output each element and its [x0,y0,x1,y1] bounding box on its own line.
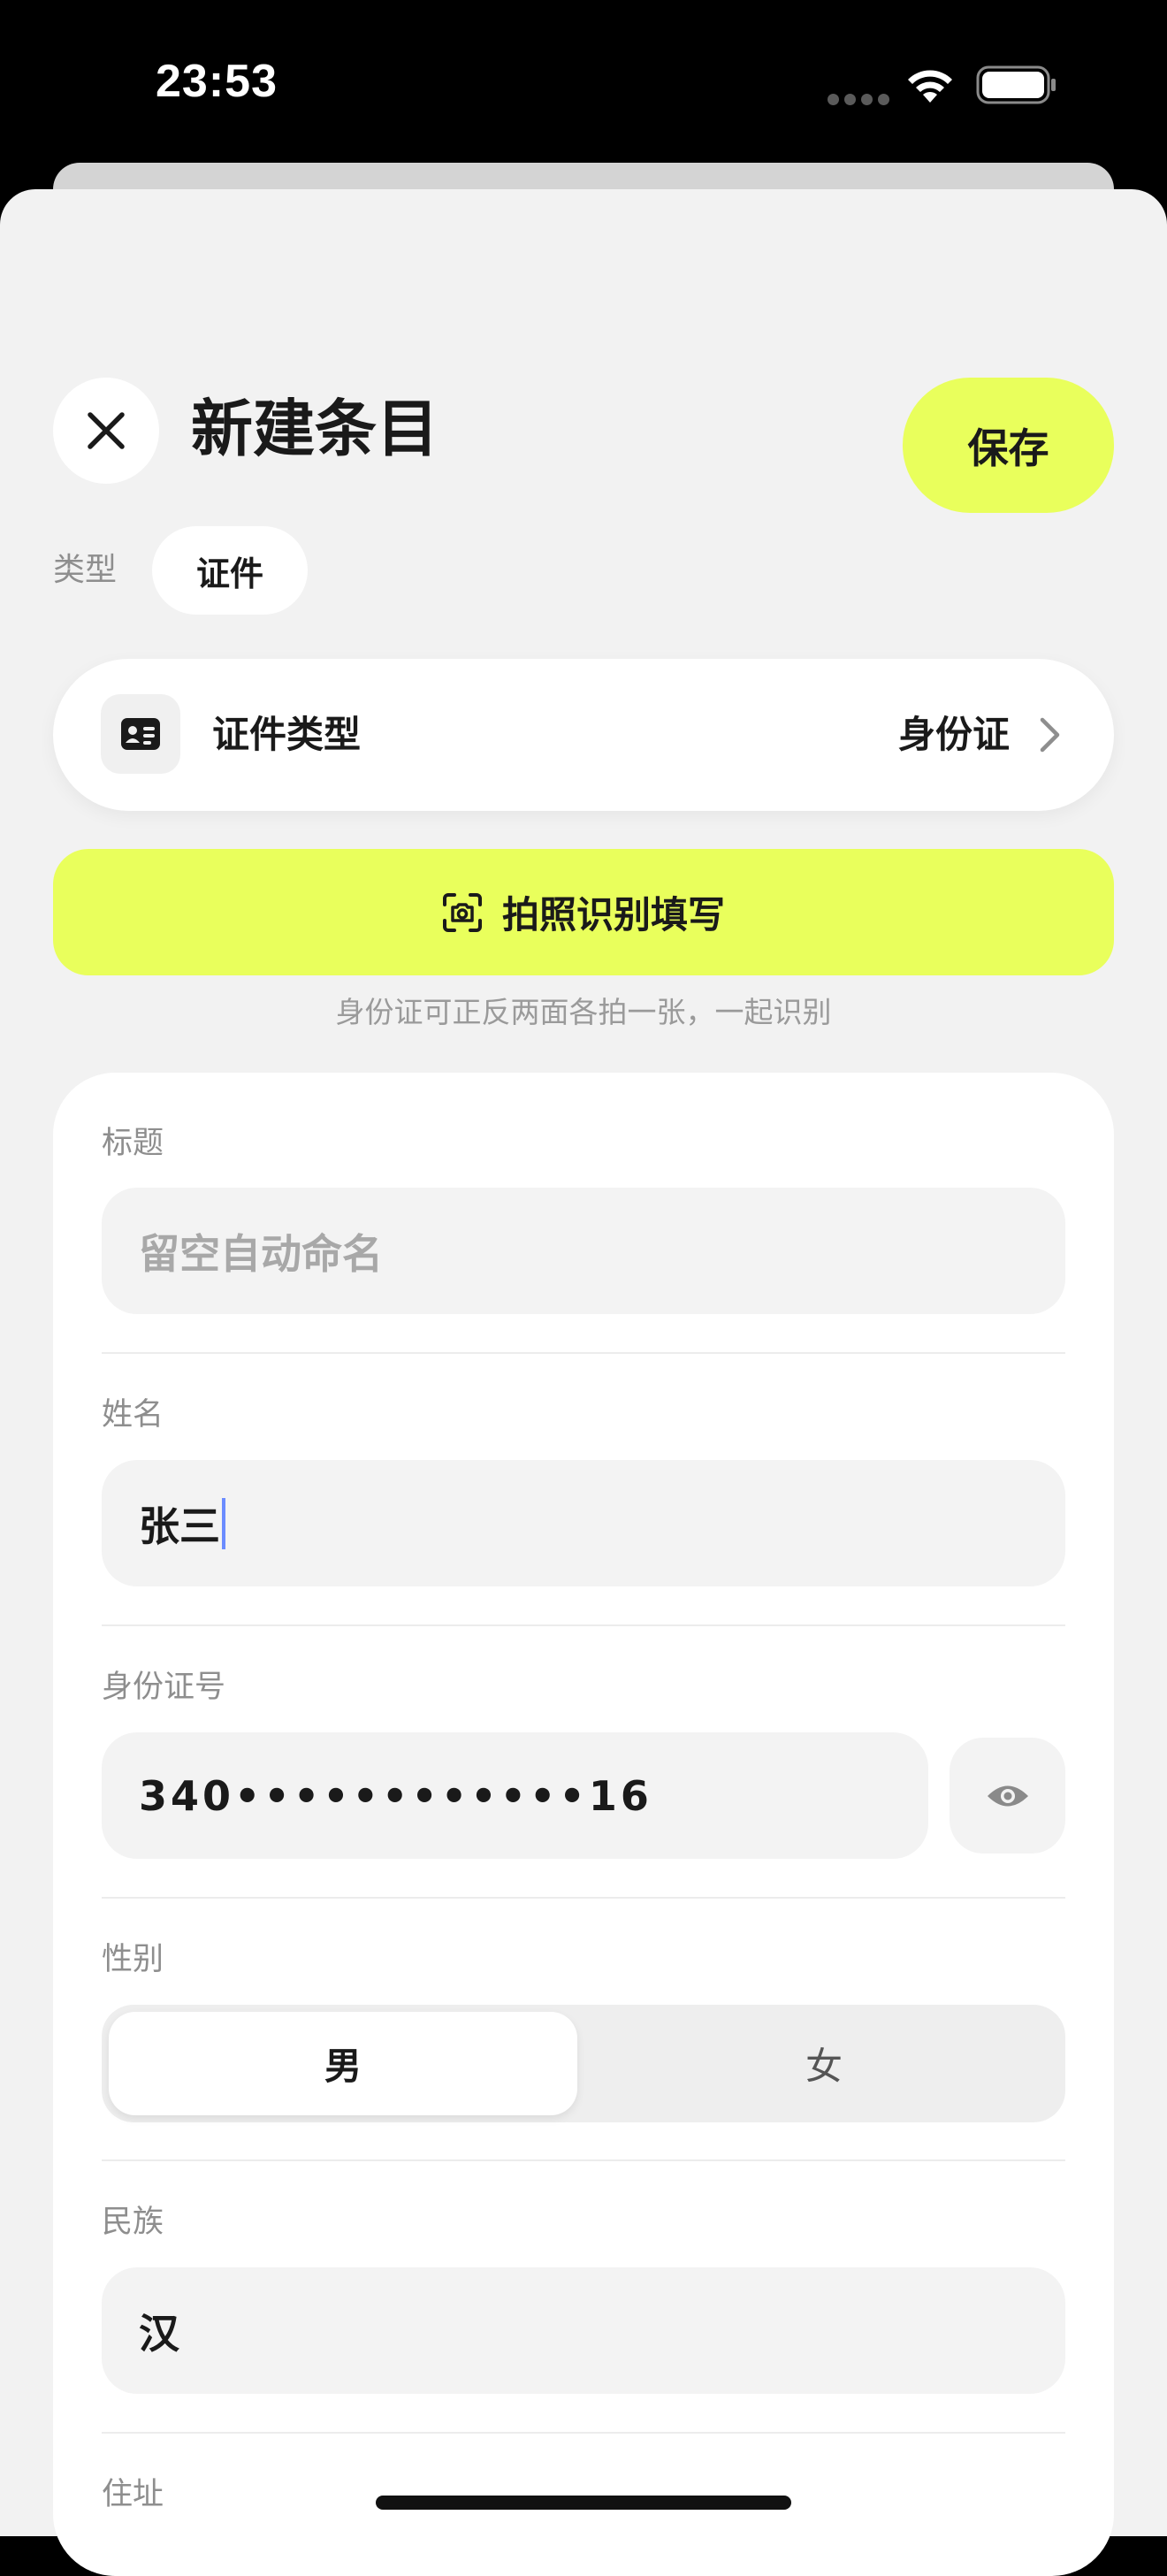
gender-field-label: 性别 [102,1942,164,1977]
title-field-label: 标题 [102,1126,164,1161]
scan-fill-button[interactable]: 拍照识别填写 [53,849,1114,975]
cellular-signal-icon [828,94,889,105]
eye-icon [987,1785,1028,1806]
save-button[interactable]: 保存 [903,378,1114,513]
chevron-right-icon [1040,717,1060,753]
status-time: 23:53 [156,56,278,107]
divider [102,2159,1065,2161]
title-field[interactable]: 留空自动命名 [102,1188,1065,1314]
ethnicity-field-label: 民族 [102,2205,164,2240]
show-id-number-button[interactable] [950,1738,1065,1854]
divider [102,2432,1065,2434]
scan-fill-label: 拍照识别填写 [501,893,725,936]
camera-scan-icon [442,892,482,932]
divider [102,1624,1065,1626]
wifi-icon [908,70,952,103]
doc-type-label: 证件类型 [212,713,362,756]
name-field-label: 姓名 [102,1397,164,1433]
name-field-value: 张三 [139,1502,220,1550]
id-number-field-value: 340••••••••••••16 [139,1771,652,1820]
scan-hint: 身份证可正反两面各拍一张，一起识别 [335,995,832,1029]
type-chip[interactable]: 证件 [152,526,308,615]
divider [102,1352,1065,1354]
type-label: 类型 [53,552,118,588]
divider [102,1897,1065,1899]
gender-segmented-control: 男 女 [102,2005,1065,2122]
close-button[interactable] [53,378,159,484]
status-bar: 23:53 [0,0,1167,168]
text-cursor [222,1497,225,1549]
address-field-label: 住址 [102,2477,164,2512]
page-title: 新建条目 [191,393,439,465]
id-number-field-label: 身份证号 [102,1670,226,1705]
gender-option-female[interactable]: 女 [590,2012,1058,2115]
ethnicity-field[interactable]: 汉 [102,2267,1065,2394]
home-indicator [376,2496,791,2510]
close-icon [88,412,125,449]
form-card: 标题 留空自动命名 姓名 张三 身份证号 340••••••••••••16 性… [53,1073,1114,2576]
ethnicity-field-value: 汉 [139,2309,179,2358]
name-field[interactable]: 张三 [102,1460,1065,1586]
id-number-field[interactable]: 340••••••••••••16 [102,1732,928,1859]
battery-icon [976,65,1056,104]
doc-type-row[interactable]: 证件类型 身份证 [53,659,1114,811]
doc-type-value: 身份证 [897,713,1010,756]
gender-option-male[interactable]: 男 [109,2012,577,2115]
title-field-placeholder: 留空自动命名 [139,1229,383,1278]
id-card-icon [101,694,180,774]
